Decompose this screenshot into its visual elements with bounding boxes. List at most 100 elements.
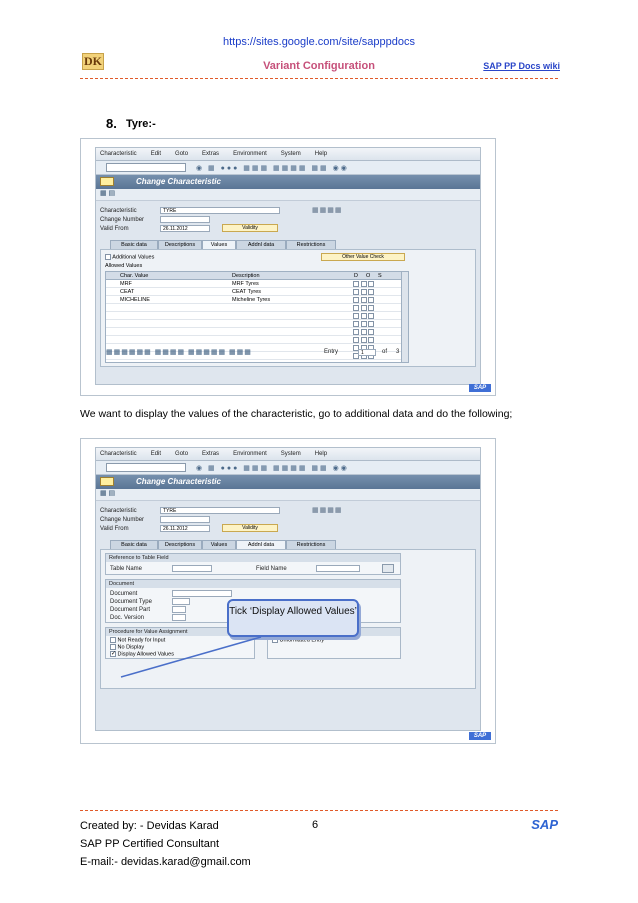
col-s: S (378, 273, 382, 279)
table-toolbar-icons[interactable]: ▦▦▦▦▦▦ ▦▦▦▦ ▦▦▦▦▦ ▦▦▦ (106, 348, 252, 356)
tab-addnl-data[interactable]: Addnl data (236, 240, 286, 249)
tab-basic-data[interactable]: Basic data (110, 240, 158, 249)
allowed-values-title: Allowed Values (105, 263, 143, 269)
additional-values-checkbox[interactable] (105, 254, 111, 260)
row-s-checkbox[interactable] (368, 296, 375, 303)
empty-checkbox[interactable] (360, 336, 367, 343)
header-wiki-link[interactable]: SAP PP Docs wiki (483, 61, 560, 71)
toolbar-icons[interactable]: ◉ ▦ ●●● ▦▦▦ ▦▦▦▦ ▦▦ ◉◉ (196, 164, 349, 172)
menu-environment[interactable]: Environment (233, 151, 267, 157)
screenshot-change-characteristic-addnl-data: Characteristic Edit Goto Extras Environment S… (80, 438, 496, 744)
empty-checkbox[interactable] (368, 336, 375, 343)
footer-created-by: Created by: - Devidas Karad (80, 820, 219, 832)
row-description: Micheline Tyres (232, 297, 271, 303)
tab-values[interactable]: Values (202, 240, 236, 249)
row-value: CEAT (120, 289, 135, 295)
sap-menubar: Characteristic Edit Goto Extras Environment S… (96, 148, 480, 161)
other-value-check-button[interactable]: Other Value Check (321, 253, 405, 261)
row-description: MRF Tyres (232, 281, 259, 287)
sap-window: Characteristic Edit Goto Extras Environment S… (95, 147, 481, 385)
empty-checkbox[interactable] (360, 304, 367, 311)
empty-checkbox[interactable] (368, 320, 375, 327)
menu-edit[interactable]: Edit (151, 151, 161, 157)
menu-characteristic[interactable]: Characteristic (100, 151, 137, 157)
additional-values-option[interactable]: Additional Values (105, 254, 154, 260)
empty-checkbox[interactable] (368, 304, 375, 311)
label-change-number: Change Number (100, 217, 145, 223)
empty-checkbox[interactable] (360, 328, 367, 335)
command-field[interactable] (106, 163, 186, 172)
footer-divider (80, 810, 558, 811)
row-value: MICHELINE (120, 297, 150, 303)
screenshot-change-characteristic-values: Characteristic Edit Goto Extras Environment S… (80, 138, 496, 396)
table-row-empty[interactable] (106, 312, 406, 320)
col-o: O (366, 273, 371, 279)
row-o-checkbox[interactable] (360, 296, 367, 303)
row-s-checkbox[interactable] (368, 288, 375, 295)
empty-checkbox[interactable] (353, 312, 359, 319)
empty-checkbox[interactable] (360, 312, 367, 319)
row-description: CEAT Tyres (232, 289, 262, 295)
col-d: D (354, 273, 358, 279)
instruction-paragraph: We want to display the values of the cha… (80, 408, 513, 420)
field-icons[interactable]: ▦▦▦▦ (312, 206, 342, 214)
menu-goto[interactable]: Goto (175, 151, 188, 157)
empty-checkbox[interactable] (368, 312, 375, 319)
change-number-field[interactable] (160, 216, 210, 223)
footer-certification: SAP PP Certified Consultant (80, 838, 220, 850)
header-divider (80, 78, 558, 79)
table-scrollbar[interactable] (401, 271, 409, 363)
section-title: Tyre:- (126, 118, 156, 130)
menu-help[interactable]: Help (315, 151, 327, 157)
title-icon (100, 177, 114, 186)
of-label: of (382, 349, 388, 355)
table-row-empty[interactable] (106, 328, 406, 336)
total-entries: 3 (396, 349, 400, 355)
row-o-checkbox[interactable] (360, 288, 367, 295)
table-row-empty[interactable] (106, 304, 406, 312)
valid-from-field[interactable]: 26.11.2012 (160, 225, 210, 232)
empty-checkbox[interactable] (360, 320, 367, 327)
entry-field[interactable]: 1 (358, 349, 376, 356)
table-row[interactable]: MRF MRF Tyres (106, 280, 406, 288)
table-row[interactable]: MICHELINE Micheline Tyres (106, 296, 406, 304)
col-description: Description (232, 273, 260, 279)
sap-standard-toolbar: ◉ ▦ ●●● ▦▦▦ ▦▦▦▦ ▦▦ ◉◉ (96, 161, 480, 175)
label-valid-from: Valid From (100, 226, 129, 232)
menu-system[interactable]: System (281, 151, 301, 157)
tab-strip: Basic data Descriptions Values Addnl dat… (96, 240, 480, 249)
row-d-checkbox[interactable] (353, 288, 359, 295)
row-s-checkbox[interactable] (368, 280, 375, 287)
tab-restrictions[interactable]: Restrictions (286, 240, 336, 249)
entry-label: Entry (324, 349, 339, 355)
row-value: MRF (120, 281, 132, 287)
tab-descriptions[interactable]: Descriptions (158, 240, 202, 249)
callout-pointer (120, 636, 262, 678)
sap-logo: SAP (469, 732, 491, 740)
footer-sap-brand: SAP (531, 817, 558, 832)
empty-checkbox[interactable] (353, 328, 359, 335)
row-o-checkbox[interactable] (360, 280, 367, 287)
empty-checkbox[interactable] (368, 328, 375, 335)
table-row-empty[interactable] (106, 320, 406, 328)
application-toolbar[interactable]: ▦ ▤ (96, 189, 480, 201)
col-char-value: Char. Value (120, 273, 149, 279)
table-row[interactable]: CEAT CEAT Tyres (106, 288, 406, 296)
empty-checkbox[interactable] (353, 320, 359, 327)
table-header: Char. Value Description D O S (106, 272, 406, 280)
label-characteristic: Characteristic (100, 208, 137, 214)
characteristic-field[interactable]: TYRE (160, 207, 280, 214)
row-d-checkbox[interactable] (353, 280, 359, 287)
additional-values-label: Additional Values (112, 254, 155, 261)
footer-email[interactable]: E-mail:- devidas.karad@gmail.com (80, 856, 251, 868)
row-d-checkbox[interactable] (353, 296, 359, 303)
empty-checkbox[interactable] (353, 304, 359, 311)
sap-logo: SAP (469, 384, 491, 392)
menu-extras[interactable]: Extras (202, 151, 219, 157)
screen-titlebar: Change Characteristic (96, 175, 480, 189)
validity-button[interactable]: Validity (222, 224, 278, 232)
screen-title: Change Characteristic (136, 177, 221, 186)
header-url[interactable]: https://sites.google.com/site/sapppdocs (0, 36, 638, 48)
empty-checkbox[interactable] (353, 336, 359, 343)
table-row-empty[interactable] (106, 336, 406, 344)
